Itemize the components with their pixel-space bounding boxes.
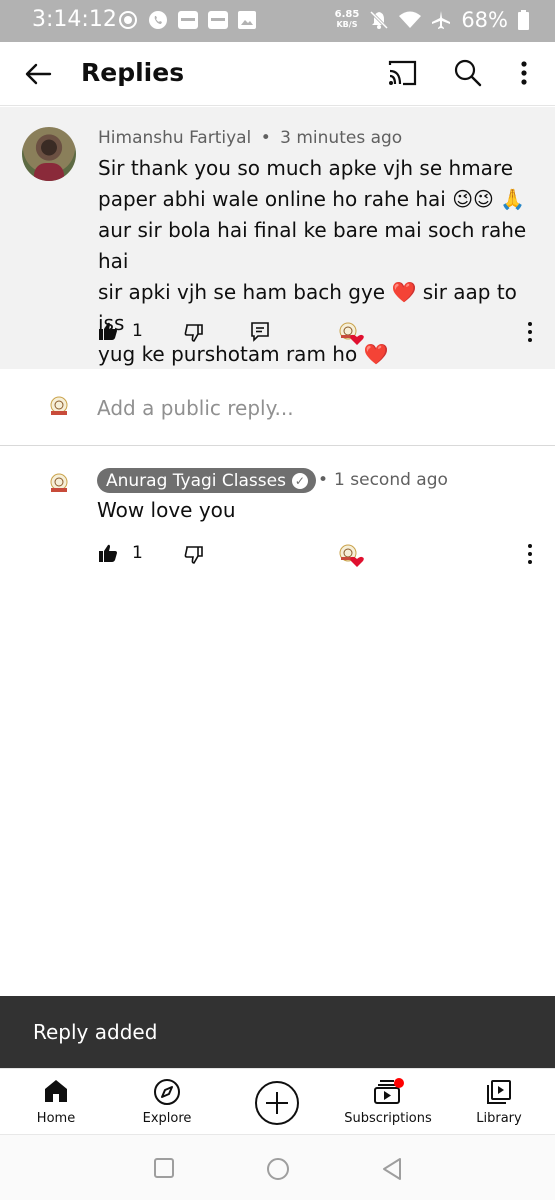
status-system-icons: 6.85 KB/S 68% [335, 8, 529, 32]
battery-percent: 68% [461, 8, 508, 32]
nav-home[interactable]: Home [22, 1069, 90, 1135]
reply-meta: • 1 second ago [318, 470, 448, 490]
reply-author-avatar[interactable] [48, 473, 70, 495]
create-icon[interactable] [255, 1081, 299, 1125]
creator-heart-icon [338, 321, 364, 351]
reply-input[interactable]: Add a public reply... [97, 396, 294, 420]
reply-comment-icon[interactable] [250, 321, 270, 347]
comment-line: Sir thank you so much apke vjh se hmare [98, 156, 514, 180]
more-vert-icon[interactable] [512, 58, 536, 92]
reply-comment: Anurag Tyagi Classes ✓ • 1 second ago Wow… [0, 446, 555, 596]
bell-off-icon [369, 10, 389, 30]
airplane-icon [431, 10, 451, 30]
snackbar: Reply added [0, 996, 555, 1068]
channel-avatar [48, 396, 70, 418]
wifi-icon [399, 11, 422, 29]
parent-comment: Himanshu Fartiyal • 3 minutes ago Sir th… [0, 107, 555, 369]
meta-separator: • [260, 128, 271, 148]
thumbs-down-icon[interactable] [184, 323, 204, 347]
nav-library[interactable]: Library [466, 1069, 532, 1135]
like-count: 1 [132, 543, 143, 563]
bottom-nav: Home Explore Subscriptions Library [0, 1068, 555, 1134]
whatsapp-icon [148, 10, 168, 30]
snackbar-message: Reply added [33, 1020, 158, 1044]
back-arrow-icon[interactable] [22, 56, 58, 92]
creator-author-chip[interactable]: Anurag Tyagi Classes ✓ [97, 468, 316, 493]
library-icon [485, 1078, 513, 1110]
reply-author: Anurag Tyagi Classes [106, 470, 286, 491]
recents-icon[interactable] [154, 1158, 174, 1178]
page-title: Replies [81, 58, 185, 87]
nav-label: Explore [142, 1111, 192, 1126]
paytm-icon-2 [208, 11, 228, 29]
thumbs-up-icon [99, 544, 117, 562]
nav-label: Library [476, 1111, 522, 1126]
comment-actions: 1 [98, 321, 538, 351]
network-speed: 6.85 KB/S [335, 10, 360, 30]
reply-actions: 1 [98, 543, 538, 573]
thumbs-up-icon [99, 322, 117, 340]
verified-check-icon: ✓ [291, 472, 308, 489]
record-icon [118, 10, 138, 30]
commenter-avatar[interactable] [22, 127, 76, 181]
status-notification-icons [118, 10, 256, 30]
comment-time: 3 minutes ago [280, 128, 403, 148]
comment-more-icon[interactable] [526, 321, 534, 347]
home-icon [43, 1078, 69, 1108]
battery-icon [518, 10, 529, 30]
comment-line: paper abhi wale online ho rahe hai 😉😉 🙏 [98, 187, 526, 211]
notification-dot [394, 1078, 404, 1088]
app-bar: Replies [0, 42, 555, 106]
comment-more-icon[interactable] [526, 543, 534, 569]
network-speed-value: 6.85 [334, 9, 360, 20]
like-count: 1 [132, 321, 143, 341]
comment-meta: Himanshu Fartiyal • 3 minutes ago [98, 128, 402, 148]
nav-label: Subscriptions [344, 1111, 432, 1126]
back-triangle-icon[interactable] [381, 1157, 403, 1185]
meta-separator: • [318, 470, 329, 490]
system-nav-bar [0, 1134, 555, 1200]
subscriptions-icon [372, 1078, 404, 1110]
comment-author[interactable]: Himanshu Fartiyal [98, 128, 251, 148]
thumbs-down-icon[interactable] [184, 545, 204, 569]
add-reply-bar[interactable]: Add a public reply... [0, 369, 555, 446]
creator-heart-icon [338, 543, 364, 573]
network-speed-unit: KB/S [336, 20, 358, 29]
explore-icon [153, 1078, 181, 1110]
status-bar: 3:14:12 6.85 KB/S 68% [0, 0, 555, 42]
paytm-icon [178, 11, 198, 29]
reply-body: Wow love you [97, 498, 236, 522]
comment-line: aur sir bola hai final ke bare mai soch … [98, 218, 527, 273]
like-button[interactable]: 1 [98, 321, 143, 341]
home-circle-icon[interactable] [267, 1158, 289, 1180]
status-time: 3:14:12 [32, 7, 117, 32]
nav-label: Home [36, 1111, 76, 1126]
search-icon[interactable] [453, 58, 483, 92]
nav-subscriptions[interactable]: Subscriptions [336, 1069, 440, 1135]
gallery-icon [238, 11, 256, 29]
cast-icon[interactable] [386, 59, 418, 91]
like-button[interactable]: 1 [98, 543, 143, 563]
nav-explore[interactable]: Explore [128, 1069, 206, 1135]
reply-time: 1 second ago [334, 470, 448, 490]
